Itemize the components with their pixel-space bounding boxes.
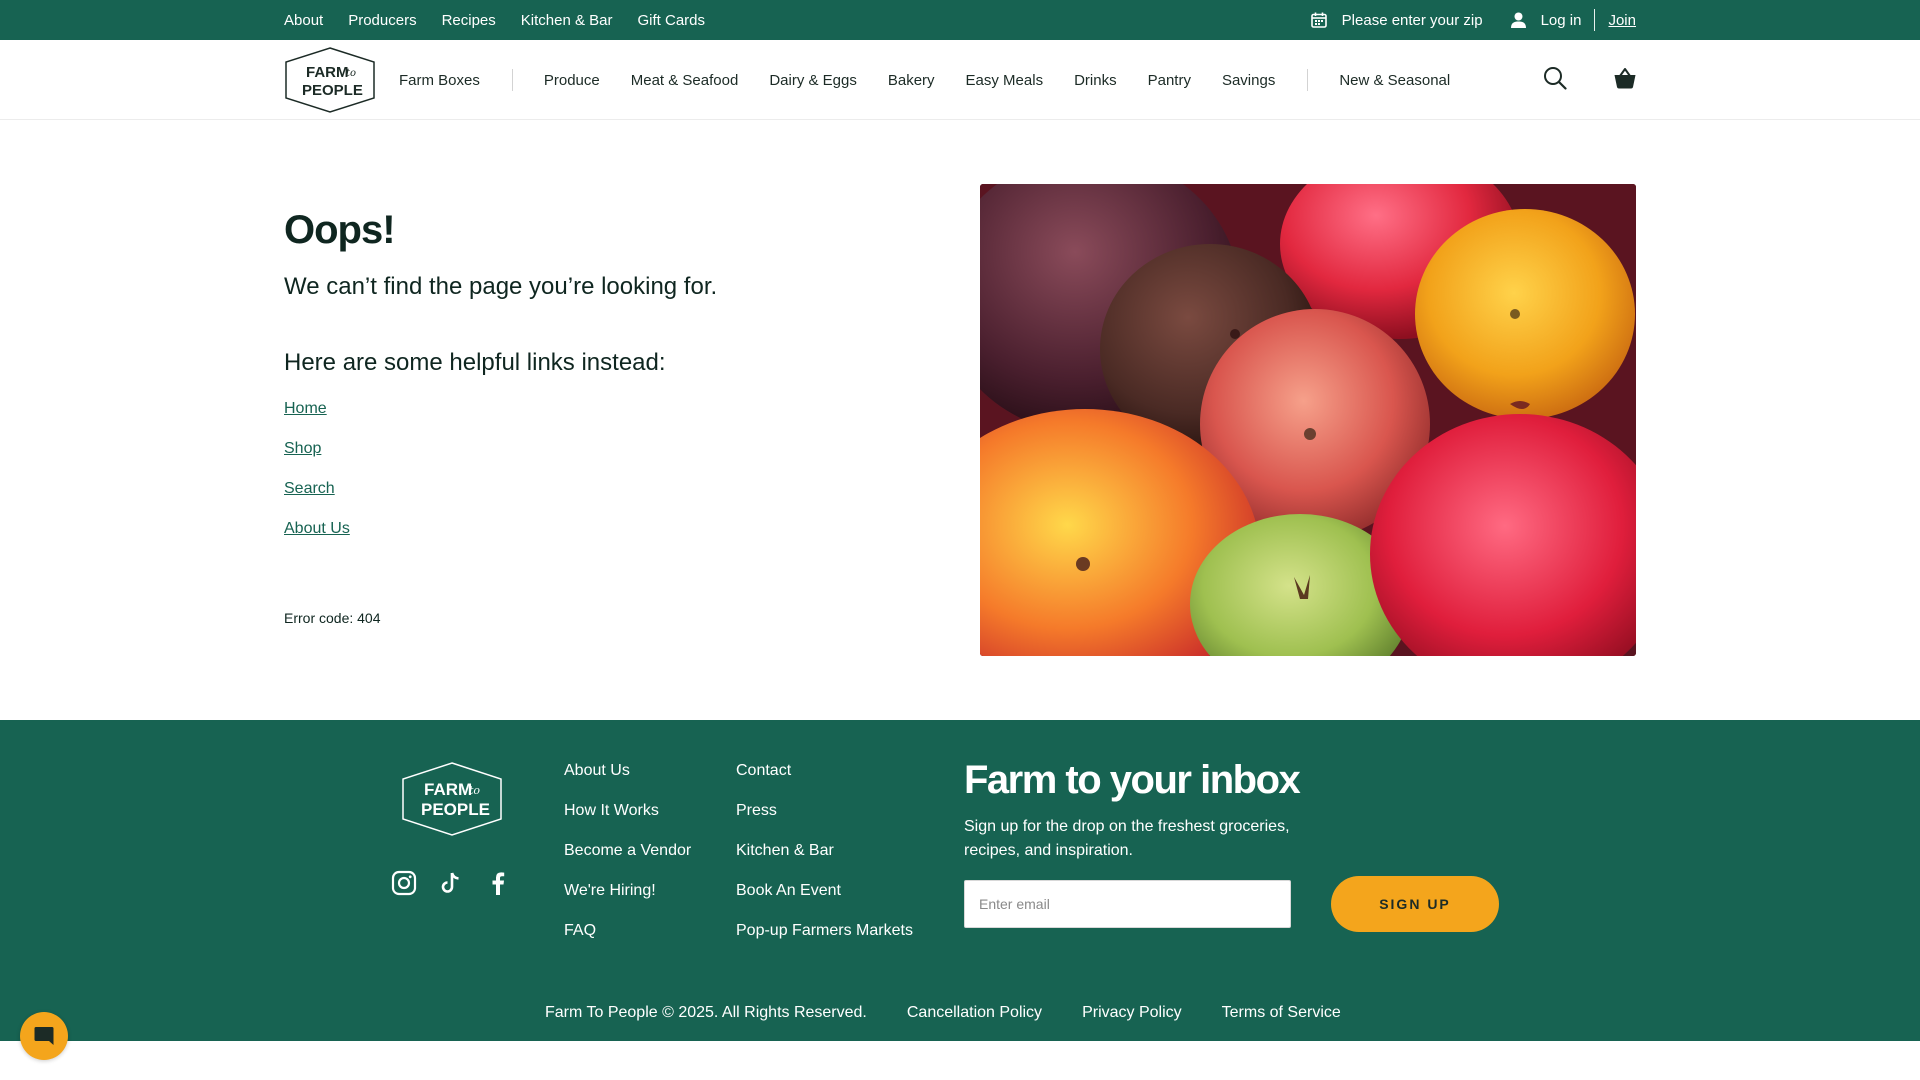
tiktok-icon[interactable]	[438, 870, 464, 901]
footer-link-book-event[interactable]: Book An Event	[736, 882, 913, 922]
footer-link-contact[interactable]: Contact	[736, 762, 913, 802]
utility-link-gift-cards[interactable]: Gift Cards	[638, 12, 706, 29]
footer-link-faq[interactable]: FAQ	[564, 922, 691, 962]
logo-text-people: PEOPLE	[302, 82, 363, 99]
login-link[interactable]: Log in	[1510, 11, 1582, 29]
nav-pantry[interactable]: Pantry	[1148, 72, 1191, 89]
site-footer: FARM to PEOPLE About Us How It Works Bec…	[0, 720, 1920, 1041]
nav-divider	[511, 69, 513, 91]
utility-link-recipes[interactable]: Recipes	[442, 12, 496, 29]
newsletter-title: Farm to your inbox	[964, 758, 1301, 802]
nav-dairy-eggs[interactable]: Dairy & Eggs	[769, 72, 857, 89]
utility-bar: About Producers Recipes Kitchen & Bar Gi…	[0, 0, 1920, 40]
error-content: Oops! We can’t find the page you’re look…	[284, 120, 1636, 720]
logo-text-farm: FARM	[306, 64, 349, 81]
category-nav: Farm Boxes Produce Meat & Seafood Dairy …	[399, 40, 1481, 120]
link-home[interactable]: Home	[284, 400, 350, 440]
nav-easy-meals[interactable]: Easy Meals	[966, 72, 1044, 89]
chat-icon	[34, 1027, 54, 1045]
account-area: Please enter your zip Log in Join	[1310, 0, 1636, 40]
zip-selector[interactable]: Please enter your zip	[1310, 11, 1483, 29]
link-shop[interactable]: Shop	[284, 440, 350, 480]
footer-link-about-us[interactable]: About Us	[564, 762, 691, 802]
social-links	[391, 870, 532, 901]
nav-divider	[1307, 69, 1309, 91]
user-icon	[1510, 12, 1526, 28]
logo-text-to: to	[346, 68, 356, 79]
nav-new-seasonal[interactable]: New & Seasonal	[1339, 72, 1450, 89]
privacy-policy-link[interactable]: Privacy Policy	[1082, 1004, 1182, 1022]
footer-link-farmers-markets[interactable]: Pop-up Farmers Markets	[736, 922, 913, 962]
nav-bakery[interactable]: Bakery	[888, 72, 935, 89]
sign-up-button[interactable]: SIGN UP	[1331, 876, 1499, 932]
cancellation-policy-link[interactable]: Cancellation Policy	[907, 1004, 1042, 1022]
utility-links: About Producers Recipes Kitchen & Bar Gi…	[284, 0, 730, 40]
divider	[1594, 9, 1596, 31]
footer-logo-farm: FARM	[424, 780, 472, 799]
error-subtitle: We can’t find the page you’re looking fo…	[284, 273, 718, 300]
nav-savings[interactable]: Savings	[1222, 72, 1275, 89]
footer-links-contact: Contact Press Kitchen & Bar Book An Even…	[736, 762, 913, 962]
nav-farm-boxes[interactable]: Farm Boxes	[399, 72, 480, 89]
nav-drinks[interactable]: Drinks	[1074, 72, 1117, 89]
helpful-links: Home Shop Search About Us	[284, 400, 350, 560]
cart-icon[interactable]	[1614, 67, 1636, 94]
login-label: Log in	[1540, 11, 1582, 29]
main-navigation: FARM to PEOPLE Farm Boxes Produce Meat &…	[0, 40, 1920, 120]
footer-logo-to: to	[469, 784, 480, 797]
link-about-us[interactable]: About Us	[284, 520, 350, 560]
nav-produce[interactable]: Produce	[544, 72, 600, 89]
page-title: Oops!	[284, 208, 396, 252]
heirloom-tomatoes-image	[980, 184, 1636, 656]
instagram-icon[interactable]	[391, 870, 417, 901]
footer-logo-people: PEOPLE	[421, 800, 490, 819]
newsletter-description: Sign up for the drop on the freshest gro…	[964, 818, 1290, 859]
copyright: Farm To People © 2025. All Rights Reserv…	[545, 1004, 867, 1021]
footer-link-how-it-works[interactable]: How It Works	[564, 802, 691, 842]
link-search[interactable]: Search	[284, 480, 350, 520]
nav-actions	[1543, 40, 1636, 120]
utility-link-about[interactable]: About	[284, 12, 323, 29]
search-icon[interactable]	[1543, 66, 1567, 95]
nav-meat-seafood[interactable]: Meat & Seafood	[631, 72, 739, 89]
utility-link-producers[interactable]: Producers	[348, 12, 416, 29]
chat-button[interactable]	[20, 1012, 68, 1060]
utility-link-kitchen-bar[interactable]: Kitchen & Bar	[521, 12, 613, 29]
zip-prompt: Please enter your zip	[1341, 11, 1483, 29]
email-input[interactable]	[964, 880, 1291, 928]
brand-logo[interactable]: FARM to PEOPLE	[284, 47, 376, 113]
helpful-links-heading: Here are some helpful links instead:	[284, 349, 666, 376]
legal-bar: Farm To People © 2025. All Rights Reserv…	[545, 1004, 1341, 1022]
calendar-icon	[1310, 12, 1327, 28]
footer-link-press[interactable]: Press	[736, 802, 913, 842]
join-link[interactable]: Join	[1608, 12, 1636, 29]
footer-link-hiring[interactable]: We're Hiring!	[564, 882, 691, 922]
footer-logo[interactable]: FARM to PEOPLE	[401, 762, 503, 836]
terms-of-service-link[interactable]: Terms of Service	[1222, 1004, 1341, 1022]
footer-links-company: About Us How It Works Become a Vendor We…	[564, 762, 691, 962]
footer-link-become-vendor[interactable]: Become a Vendor	[564, 842, 691, 882]
footer-link-kitchen-bar[interactable]: Kitchen & Bar	[736, 842, 913, 882]
facebook-icon[interactable]	[485, 870, 511, 901]
error-code: Error code: 404	[284, 610, 381, 626]
